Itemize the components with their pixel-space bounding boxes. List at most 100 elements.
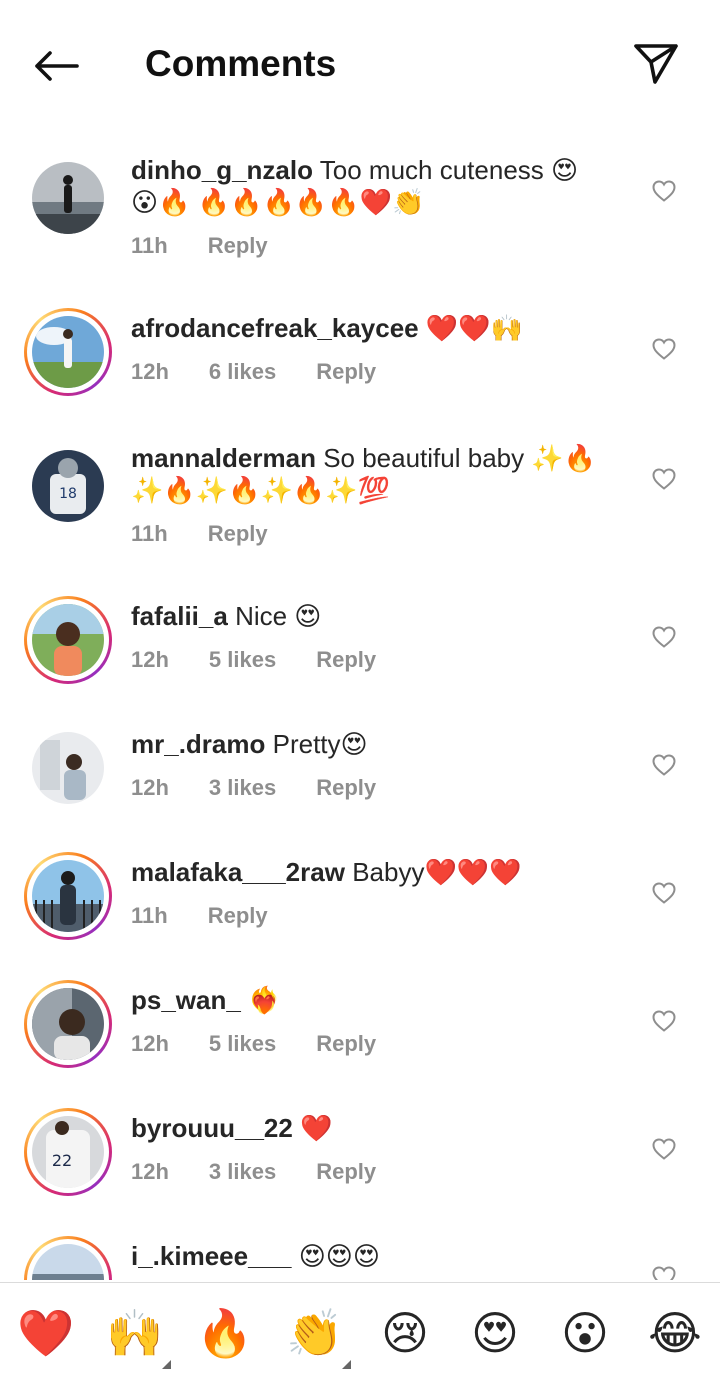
reaction-raised-hands-button[interactable]: 🙌 (105, 1303, 165, 1363)
comment-time: 12h (131, 775, 169, 800)
comment-meta: 12h 3 likes Reply (131, 774, 626, 802)
comment-likes[interactable]: 3 likes (209, 1158, 276, 1186)
like-heart-icon[interactable] (652, 1266, 676, 1280)
reply-button[interactable]: Reply (316, 646, 376, 674)
svg-text:22: 22 (52, 1151, 72, 1170)
avatar[interactable] (24, 308, 112, 396)
avatar[interactable] (24, 852, 112, 940)
comment-item: afrodancefreak_kaycee ❤️❤️🙌 12h 6 likes … (0, 308, 720, 408)
share-button[interactable] (628, 38, 684, 90)
avatar-image (32, 732, 104, 804)
reply-button[interactable]: Reply (208, 520, 268, 548)
avatar-image (32, 988, 104, 1060)
reply-button[interactable]: Reply (208, 232, 268, 260)
page-title: Comments (145, 43, 337, 84)
comment-time: 12h (131, 1031, 169, 1056)
back-button[interactable] (28, 40, 84, 92)
paper-plane-icon (634, 44, 678, 84)
comment-item: 22 byrouuu__22 ❤️ 12h 3 likes Reply (0, 1108, 720, 1208)
comment-likes[interactable]: 5 likes (209, 646, 276, 674)
avatar[interactable] (24, 1236, 112, 1280)
comment-text: dinho_g_nzalo Too much cuteness 😍 (131, 155, 579, 185)
comment-meta: 11h Reply (131, 902, 626, 930)
avatar-image (32, 162, 104, 234)
reaction-fire-button[interactable]: 🔥 (195, 1303, 255, 1363)
comment-meta: 11h Reply (131, 232, 626, 260)
reaction-laughing-button[interactable]: 😂 (645, 1303, 705, 1363)
reaction-heart-eyes-button[interactable]: 😍 (465, 1303, 525, 1363)
comment-item: dinho_g_nzalo Too much cuteness 😍 😮🔥 🔥🔥🔥… (0, 154, 720, 274)
reply-button[interactable]: Reply (316, 1030, 376, 1058)
quick-reaction-bar: ❤️ 🙌 🔥 👏 😢 😍 😮 😂 (0, 1283, 720, 1390)
comment-likes[interactable]: 6 likes (209, 358, 276, 386)
comment-text: mannalderman So beautiful baby ✨🔥 (131, 443, 597, 473)
comment-text: ps_wan_ ❤️‍🔥 (131, 985, 281, 1015)
reaction-crying-button[interactable]: 😢 (375, 1303, 435, 1363)
comment-meta: 12h 5 likes Reply (131, 1030, 626, 1058)
like-heart-icon[interactable] (652, 1010, 676, 1032)
like-heart-icon[interactable] (652, 626, 676, 648)
avatar[interactable] (24, 154, 112, 242)
like-heart-icon[interactable] (652, 468, 676, 490)
comment-username[interactable]: byrouuu__22 (131, 1113, 293, 1143)
comment-text: mr_.dramo Pretty😍 (131, 729, 368, 759)
comment-username[interactable]: fafalii_a (131, 601, 228, 631)
like-heart-icon[interactable] (652, 754, 676, 776)
comment-username[interactable]: i_.kimeee___ (131, 1241, 291, 1271)
comment-likes[interactable]: 5 likes (209, 1030, 276, 1058)
avatar[interactable]: 18 (24, 442, 112, 530)
skin-tone-indicator (162, 1360, 171, 1369)
comment-time: 12h (131, 647, 169, 672)
comment-likes[interactable]: 3 likes (209, 774, 276, 802)
avatar[interactable]: 22 (24, 1108, 112, 1196)
avatar[interactable] (24, 596, 112, 684)
comment-username[interactable]: mr_.dramo (131, 729, 265, 759)
comment-item: 18 mannalderman So beautiful baby ✨🔥 ✨🔥✨… (0, 442, 720, 562)
avatar-image (32, 860, 104, 932)
avatar-image (32, 316, 104, 388)
comment-list[interactable]: dinho_g_nzalo Too much cuteness 😍 😮🔥 🔥🔥🔥… (0, 128, 720, 1280)
avatar-image: 22 (32, 1116, 104, 1188)
comment-meta: 12h 5 likes Reply (131, 646, 626, 674)
like-heart-icon[interactable] (652, 338, 676, 360)
comment-username[interactable]: mannalderman (131, 443, 316, 473)
reply-button[interactable]: Reply (316, 1158, 376, 1186)
comment-time: 11h (131, 521, 168, 546)
comment-meta: 12h 6 likes Reply (131, 358, 626, 386)
comment-item: malafaka___2raw Babyy❤️❤️❤️ 11h Reply (0, 852, 720, 952)
comment-text: fafalii_a Nice 😍 (131, 601, 322, 631)
like-heart-icon[interactable] (652, 180, 676, 202)
reaction-heart-button[interactable]: ❤️ (16, 1303, 76, 1363)
comment-text-continued: ✨🔥✨🔥✨🔥✨💯 (131, 475, 390, 505)
comment-text: byrouuu__22 ❤️ (131, 1113, 333, 1143)
avatar[interactable] (24, 980, 112, 1068)
comment-username[interactable]: afrodancefreak_kaycee (131, 313, 419, 343)
avatar-image (32, 1244, 104, 1280)
comment-text: i_.kimeee___ 😍😍😍 (131, 1241, 381, 1271)
reaction-surprised-button[interactable]: 😮 (555, 1303, 615, 1363)
comment-username[interactable]: malafaka___2raw (131, 857, 345, 887)
comment-time: 12h (131, 359, 169, 384)
avatar[interactable] (24, 724, 112, 812)
avatar-image (32, 604, 104, 676)
arrow-left-icon (35, 51, 79, 81)
like-heart-icon[interactable] (652, 882, 676, 904)
avatar-image: 18 (32, 450, 104, 522)
comment-username[interactable]: ps_wan_ (131, 985, 241, 1015)
comment-item: mr_.dramo Pretty😍 12h 3 likes Reply (0, 724, 720, 824)
reply-button[interactable]: Reply (208, 902, 268, 930)
reaction-clap-button[interactable]: 👏 (285, 1303, 345, 1363)
comment-meta: 11h Reply (131, 520, 626, 548)
comment-username[interactable]: dinho_g_nzalo (131, 155, 313, 185)
comment-text-continued: 😮🔥 🔥🔥🔥🔥🔥❤️👏 (131, 187, 425, 217)
like-heart-icon[interactable] (652, 1138, 676, 1160)
top-bar: Comments (0, 0, 720, 128)
comment-time: 12h (131, 1159, 169, 1184)
svg-text:18: 18 (59, 486, 77, 502)
comment-text: malafaka___2raw Babyy❤️❤️❤️ (131, 857, 522, 887)
reply-button[interactable]: Reply (316, 358, 376, 386)
comment-time: 11h (131, 233, 168, 258)
reply-button[interactable]: Reply (316, 774, 376, 802)
skin-tone-indicator (342, 1360, 351, 1369)
comment-time: 11h (131, 903, 168, 928)
